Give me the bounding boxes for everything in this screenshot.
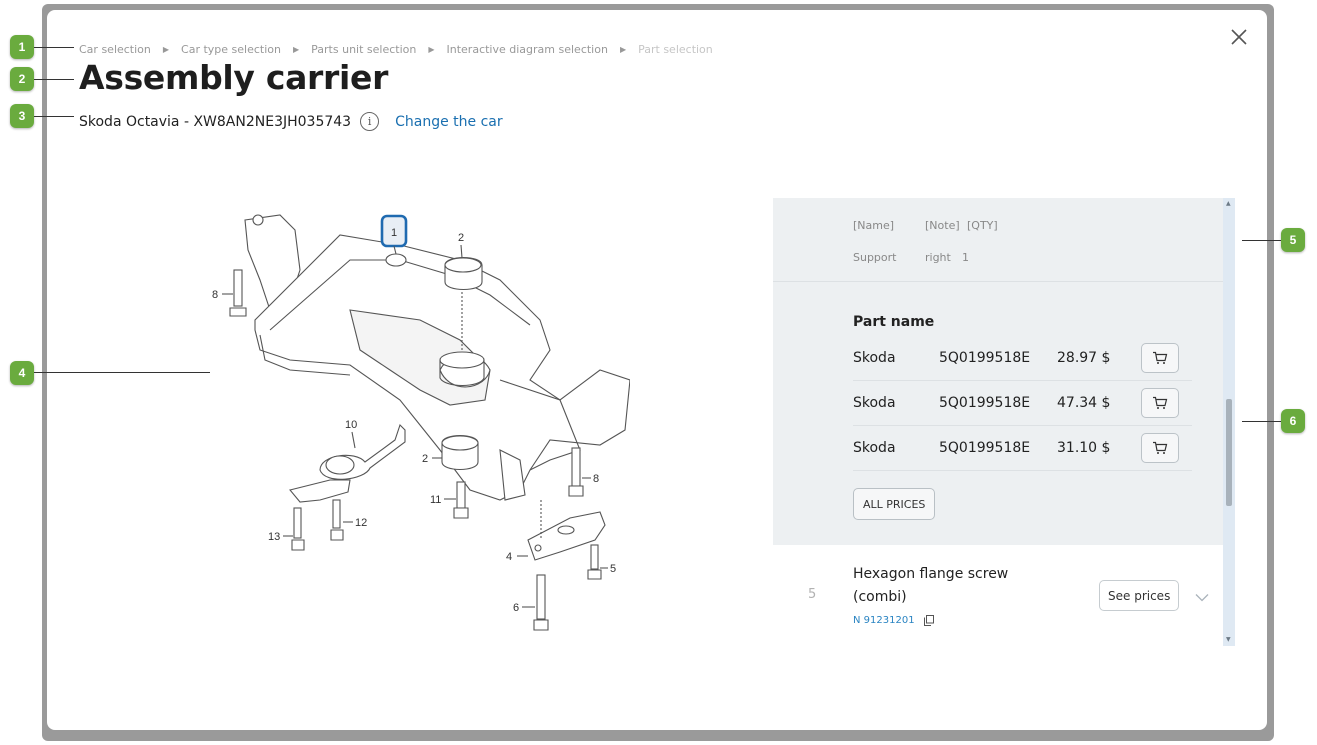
close-icon[interactable] <box>1228 26 1250 48</box>
see-prices-button[interactable]: See prices <box>1099 580 1180 611</box>
parts-panel: [Name] [Note] [QTY] Support right 1 Part… <box>773 198 1235 646</box>
callout-5: 5 <box>1281 228 1305 252</box>
chevron-down-icon[interactable] <box>1195 587 1209 606</box>
price-row: Skoda 5Q0199518E 28.97 $ <box>853 336 1192 381</box>
item-number: 5 <box>808 587 817 602</box>
callout-4: 4 <box>10 361 34 385</box>
part-note-value: right <box>925 251 951 264</box>
breadcrumb-car-type-selection[interactable]: Car type selection <box>181 43 281 56</box>
callout-3: 3 <box>10 104 34 128</box>
callout-6-line <box>1242 421 1281 422</box>
breadcrumb: Car selection ▶ Car type selection ▶ Par… <box>79 43 713 56</box>
breadcrumb-part-selection: Part selection <box>638 43 713 56</box>
panel-divider <box>773 281 1225 282</box>
price-brand: Skoda <box>853 440 896 456</box>
price-value: 31.10 $ <box>1057 440 1111 456</box>
price-brand: Skoda <box>853 395 896 411</box>
copy-icon[interactable] <box>923 615 934 626</box>
callout-4-line <box>34 372 210 373</box>
diagram-label[interactable]: 8 <box>212 289 218 301</box>
breadcrumb-car-selection[interactable]: Car selection <box>79 43 151 56</box>
diagram-label[interactable]: 11 <box>430 494 441 506</box>
item-code: N 91231201 <box>853 615 934 626</box>
change-car-link[interactable]: Change the car <box>395 114 503 130</box>
diagram-label[interactable]: 4 <box>506 551 512 563</box>
item-code-text: N 91231201 <box>853 615 915 626</box>
part-name-heading: Part name <box>853 314 935 330</box>
panel-header-values: Support right 1 <box>853 251 969 264</box>
diagram-label[interactable]: 5 <box>610 563 616 575</box>
diagram-selected-label[interactable]: 1 <box>391 227 397 239</box>
diagram-label[interactable]: 13 <box>268 531 280 543</box>
part-list-item[interactable]: 5 Hexagon flange screw (combi) N 9123120… <box>773 545 1225 646</box>
diagram-label[interactable]: 10 <box>345 419 357 431</box>
callout-2-line <box>34 79 74 80</box>
cart-icon[interactable] <box>1141 343 1179 373</box>
callout-5-line <box>1242 240 1281 241</box>
assembly-carrier-drawing: 1 2 2 8 10 13 12 11 8 4 5 6 <box>212 214 631 631</box>
interactive-diagram[interactable]: 1 2 2 8 10 13 12 11 8 4 5 6 <box>200 200 631 640</box>
price-code: 5Q0199518E <box>939 350 1031 366</box>
price-value: 28.97 $ <box>1057 350 1111 366</box>
price-value: 47.34 $ <box>1057 395 1111 411</box>
diagram-label[interactable]: 2 <box>422 453 428 465</box>
price-row: Skoda 5Q0199518E 31.10 $ <box>853 426 1192 471</box>
info-icon[interactable]: i <box>360 112 380 131</box>
breadcrumb-separator-icon: ▶ <box>162 45 170 54</box>
diagram-label[interactable]: 12 <box>355 517 367 529</box>
breadcrumb-separator-icon: ▶ <box>293 45 300 54</box>
callout-1-line <box>34 47 74 48</box>
price-code: 5Q0199518E <box>939 440 1031 456</box>
callout-2: 2 <box>10 67 34 91</box>
breadcrumb-parts-unit-selection[interactable]: Parts unit selection <box>311 43 416 56</box>
scroll-up-icon[interactable]: ▲ <box>1226 200 1231 207</box>
scroll-down-icon[interactable]: ▼ <box>1226 636 1231 643</box>
panel-scrollbar[interactable]: ▲ ▼ <box>1223 198 1235 646</box>
diagram-label[interactable]: 6 <box>513 602 519 614</box>
page-title: Assembly carrier <box>79 58 389 97</box>
price-row: Skoda 5Q0199518E 47.34 $ <box>853 381 1192 426</box>
car-info: Skoda Octavia - XW8AN2NE3JH035743 i Chan… <box>79 112 503 131</box>
breadcrumb-interactive-diagram-selection[interactable]: Interactive diagram selection <box>447 43 608 56</box>
cart-icon[interactable] <box>1141 433 1179 463</box>
scroll-thumb[interactable] <box>1226 399 1232 506</box>
callout-1: 1 <box>10 35 34 59</box>
panel-header-labels: [Name] [Note] [QTY] <box>853 219 998 232</box>
header-name-label: [Name] <box>853 219 895 232</box>
header-note-label: [Note] <box>925 219 960 232</box>
diagram-label[interactable]: 8 <box>593 473 599 485</box>
breadcrumb-separator-icon: ▶ <box>428 45 435 54</box>
price-brand: Skoda <box>853 350 896 366</box>
header-qty-label: [QTY] <box>967 219 998 232</box>
callout-6: 6 <box>1281 409 1305 433</box>
cart-icon[interactable] <box>1141 388 1179 418</box>
diagram-label[interactable]: 2 <box>458 232 464 244</box>
car-name: Skoda Octavia - XW8AN2NE3JH035743 <box>79 113 352 130</box>
all-prices-button[interactable]: ALL PRICES <box>853 488 936 520</box>
callout-3-line <box>34 116 74 117</box>
price-code: 5Q0199518E <box>939 395 1031 411</box>
part-qty-value: 1 <box>962 251 969 264</box>
part-name-value: Support <box>853 251 897 264</box>
item-title: Hexagon flange screw (combi) <box>853 566 1009 605</box>
breadcrumb-separator-icon: ▶ <box>619 45 627 54</box>
